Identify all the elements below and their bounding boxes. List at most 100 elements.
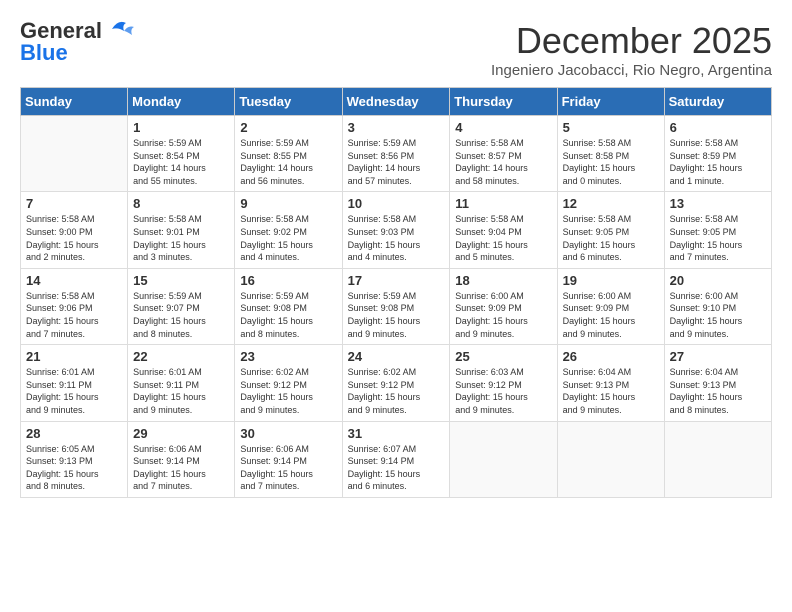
- day-info: Sunrise: 5:58 AM Sunset: 8:57 PM Dayligh…: [455, 137, 551, 187]
- calendar-cell: 21 Sunrise: 6:01 AM Sunset: 9:11 PM Dayli…: [21, 345, 128, 421]
- day-number: 5: [563, 120, 659, 135]
- day-number: 19: [563, 273, 659, 288]
- calendar-cell: 26Sunrise: 6:04 AM Sunset: 9:13 PM Dayli…: [557, 345, 664, 421]
- calendar-cell: 29 Sunrise: 6:06 AM Sunset: 9:14 PM Dayli…: [128, 421, 235, 497]
- day-number: 2: [240, 120, 336, 135]
- day-number: 12: [563, 196, 659, 211]
- day-info: Sunrise: 6:02 AM Sunset: 9:12 PM Dayligh…: [348, 366, 445, 416]
- calendar-cell: 19Sunrise: 6:00 AM Sunset: 9:09 PM Dayli…: [557, 268, 664, 344]
- day-info: Sunrise: 6:07 AM Sunset: 9:14 PM Dayligh…: [348, 443, 445, 493]
- calendar-cell: 7 Sunrise: 5:58 AM Sunset: 9:00 PM Daylig…: [21, 192, 128, 268]
- day-number: 14: [26, 273, 122, 288]
- calendar-cell: 24 Sunrise: 6:02 AM Sunset: 9:12 PM Dayli…: [342, 345, 450, 421]
- title-area: December 2025 Ingeniero Jacobacci, Rio N…: [491, 20, 772, 79]
- calendar-cell: [450, 421, 557, 497]
- day-info: Sunrise: 5:58 AM Sunset: 8:59 PM Dayligh…: [670, 137, 766, 187]
- logo: General Blue: [20, 20, 136, 66]
- calendar-cell: 8 Sunrise: 5:58 AM Sunset: 9:01 PM Daylig…: [128, 192, 235, 268]
- weekday-header-sunday: Sunday: [21, 88, 128, 116]
- day-number: 9: [240, 196, 336, 211]
- day-number: 15: [133, 273, 229, 288]
- location-subtitle: Ingeniero Jacobacci, Rio Negro, Argentin…: [491, 62, 772, 79]
- day-number: 20: [670, 273, 766, 288]
- day-info: Sunrise: 6:05 AM Sunset: 9:13 PM Dayligh…: [26, 443, 122, 493]
- calendar-cell: 12Sunrise: 5:58 AM Sunset: 9:05 PM Dayli…: [557, 192, 664, 268]
- calendar-table: SundayMondayTuesdayWednesdayThursdayFrid…: [20, 87, 772, 498]
- weekday-header-wednesday: Wednesday: [342, 88, 450, 116]
- calendar-cell: 10 Sunrise: 5:58 AM Sunset: 9:03 PM Dayli…: [342, 192, 450, 268]
- day-number: 25: [455, 349, 551, 364]
- calendar-cell: 3 Sunrise: 5:59 AM Sunset: 8:56 PM Daylig…: [342, 116, 450, 192]
- calendar-cell: 28Sunrise: 6:05 AM Sunset: 9:13 PM Dayli…: [21, 421, 128, 497]
- day-info: Sunrise: 5:58 AM Sunset: 9:03 PM Dayligh…: [348, 213, 445, 263]
- calendar-cell: 22Sunrise: 6:01 AM Sunset: 9:11 PM Dayli…: [128, 345, 235, 421]
- weekday-header-row: SundayMondayTuesdayWednesdayThursdayFrid…: [21, 88, 772, 116]
- weekday-header-monday: Monday: [128, 88, 235, 116]
- day-info: Sunrise: 5:58 AM Sunset: 9:06 PM Dayligh…: [26, 290, 122, 340]
- week-row-3: 14 Sunrise: 5:58 AM Sunset: 9:06 PM Dayli…: [21, 268, 772, 344]
- day-info: Sunrise: 5:58 AM Sunset: 9:04 PM Dayligh…: [455, 213, 551, 263]
- day-number: 13: [670, 196, 766, 211]
- day-info: Sunrise: 5:58 AM Sunset: 9:00 PM Dayligh…: [26, 213, 122, 263]
- day-info: Sunrise: 6:01 AM Sunset: 9:11 PM Dayligh…: [26, 366, 122, 416]
- day-number: 3: [348, 120, 445, 135]
- calendar-cell: 11 Sunrise: 5:58 AM Sunset: 9:04 PM Dayli…: [450, 192, 557, 268]
- day-info: Sunrise: 5:59 AM Sunset: 8:54 PM Dayligh…: [133, 137, 229, 187]
- day-number: 17: [348, 273, 445, 288]
- day-number: 6: [670, 120, 766, 135]
- calendar-cell: [557, 421, 664, 497]
- day-info: Sunrise: 5:59 AM Sunset: 9:08 PM Dayligh…: [348, 290, 445, 340]
- day-number: 29: [133, 426, 229, 441]
- calendar-cell: 5 Sunrise: 5:58 AM Sunset: 8:58 PM Daylig…: [557, 116, 664, 192]
- calendar-cell: 20Sunrise: 6:00 AM Sunset: 9:10 PM Dayli…: [664, 268, 771, 344]
- day-info: Sunrise: 5:58 AM Sunset: 9:02 PM Dayligh…: [240, 213, 336, 263]
- week-row-5: 28Sunrise: 6:05 AM Sunset: 9:13 PM Dayli…: [21, 421, 772, 497]
- day-info: Sunrise: 5:58 AM Sunset: 8:58 PM Dayligh…: [563, 137, 659, 187]
- day-info: Sunrise: 5:59 AM Sunset: 9:08 PM Dayligh…: [240, 290, 336, 340]
- day-number: 1: [133, 120, 229, 135]
- day-number: 24: [348, 349, 445, 364]
- day-info: Sunrise: 5:58 AM Sunset: 9:05 PM Dayligh…: [670, 213, 766, 263]
- page-header: General Blue December 2025 Ingeniero Jac…: [20, 20, 772, 79]
- day-info: Sunrise: 6:00 AM Sunset: 9:09 PM Dayligh…: [455, 290, 551, 340]
- day-number: 21: [26, 349, 122, 364]
- day-number: 10: [348, 196, 445, 211]
- calendar-cell: 13 Sunrise: 5:58 AM Sunset: 9:05 PM Dayli…: [664, 192, 771, 268]
- day-info: Sunrise: 5:59 AM Sunset: 8:55 PM Dayligh…: [240, 137, 336, 187]
- weekday-header-thursday: Thursday: [450, 88, 557, 116]
- calendar-cell: 18 Sunrise: 6:00 AM Sunset: 9:09 PM Dayli…: [450, 268, 557, 344]
- logo-bird-icon: [104, 17, 136, 41]
- calendar-cell: 25 Sunrise: 6:03 AM Sunset: 9:12 PM Dayli…: [450, 345, 557, 421]
- day-info: Sunrise: 5:58 AM Sunset: 9:01 PM Dayligh…: [133, 213, 229, 263]
- day-number: 7: [26, 196, 122, 211]
- calendar-cell: 1 Sunrise: 5:59 AM Sunset: 8:54 PM Daylig…: [128, 116, 235, 192]
- weekday-header-tuesday: Tuesday: [235, 88, 342, 116]
- weekday-header-saturday: Saturday: [664, 88, 771, 116]
- day-info: Sunrise: 6:06 AM Sunset: 9:14 PM Dayligh…: [133, 443, 229, 493]
- day-info: Sunrise: 6:02 AM Sunset: 9:12 PM Dayligh…: [240, 366, 336, 416]
- calendar-cell: 4Sunrise: 5:58 AM Sunset: 8:57 PM Daylig…: [450, 116, 557, 192]
- day-info: Sunrise: 6:04 AM Sunset: 9:13 PM Dayligh…: [670, 366, 766, 416]
- calendar-cell: 27Sunrise: 6:04 AM Sunset: 9:13 PM Dayli…: [664, 345, 771, 421]
- week-row-4: 21 Sunrise: 6:01 AM Sunset: 9:11 PM Dayli…: [21, 345, 772, 421]
- day-number: 8: [133, 196, 229, 211]
- day-info: Sunrise: 6:04 AM Sunset: 9:13 PM Dayligh…: [563, 366, 659, 416]
- day-number: 23: [240, 349, 336, 364]
- calendar-cell: 9 Sunrise: 5:58 AM Sunset: 9:02 PM Daylig…: [235, 192, 342, 268]
- calendar-cell: [21, 116, 128, 192]
- calendar-cell: 15Sunrise: 5:59 AM Sunset: 9:07 PM Dayli…: [128, 268, 235, 344]
- day-number: 16: [240, 273, 336, 288]
- calendar-cell: 2 Sunrise: 5:59 AM Sunset: 8:55 PM Daylig…: [235, 116, 342, 192]
- day-info: Sunrise: 6:03 AM Sunset: 9:12 PM Dayligh…: [455, 366, 551, 416]
- calendar-cell: 23 Sunrise: 6:02 AM Sunset: 9:12 PM Dayli…: [235, 345, 342, 421]
- logo-general: General: [20, 20, 102, 42]
- calendar-cell: 6 Sunrise: 5:58 AM Sunset: 8:59 PM Daylig…: [664, 116, 771, 192]
- day-number: 18: [455, 273, 551, 288]
- week-row-1: 1 Sunrise: 5:59 AM Sunset: 8:54 PM Daylig…: [21, 116, 772, 192]
- day-info: Sunrise: 5:59 AM Sunset: 8:56 PM Dayligh…: [348, 137, 445, 187]
- calendar-cell: 17 Sunrise: 5:59 AM Sunset: 9:08 PM Dayli…: [342, 268, 450, 344]
- day-number: 30: [240, 426, 336, 441]
- day-number: 11: [455, 196, 551, 211]
- day-number: 31: [348, 426, 445, 441]
- calendar-cell: 14 Sunrise: 5:58 AM Sunset: 9:06 PM Dayli…: [21, 268, 128, 344]
